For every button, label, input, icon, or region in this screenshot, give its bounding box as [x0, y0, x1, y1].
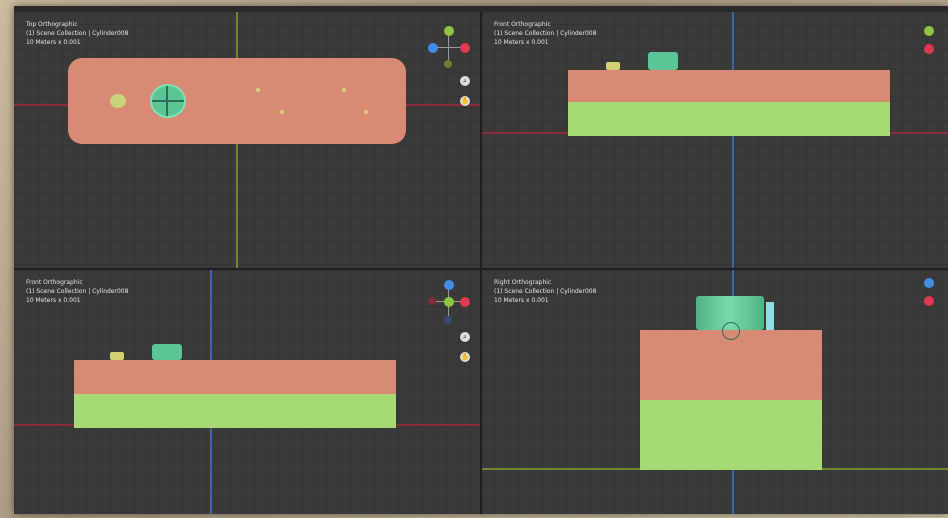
z-axis-icon[interactable]	[444, 280, 454, 290]
small-cylinder-front-view[interactable]	[606, 62, 620, 70]
hand-icon[interactable]: ✋	[460, 352, 470, 362]
x-axis-icon[interactable]	[460, 297, 470, 307]
x-axis-icon[interactable]	[924, 44, 934, 54]
magnifier-icon[interactable]: ⌕	[460, 332, 470, 342]
cursor-crosshair-icon-h	[152, 100, 184, 102]
vertex-dot	[364, 110, 368, 114]
collection-label: (1) Scene Collection | Cylinder008	[26, 30, 129, 37]
small-cylinder-top-view[interactable]	[110, 94, 126, 108]
viewport-bottom-left[interactable]: Front Orthographic (1) Scene Collection …	[14, 270, 480, 514]
viewport-info: Top Orthographic (1) Scene Collection | …	[26, 20, 128, 47]
scale-label: 10 Meters x 0.001	[26, 39, 81, 46]
view-name: Right Orthographic	[494, 279, 552, 286]
collection-label: (1) Scene Collection | Cylinder008	[26, 288, 129, 295]
y-axis-icon[interactable]	[924, 26, 934, 36]
small-cylinder-right-view[interactable]	[766, 302, 774, 330]
blender-quad-view: Top Orthographic (1) Scene Collection | …	[14, 6, 948, 514]
z-axis-icon[interactable]	[428, 43, 438, 53]
vertex-dot	[342, 88, 346, 92]
y-axis-icon[interactable]	[444, 297, 454, 307]
gizmo-axis-line	[448, 34, 449, 62]
neg-x-axis-icon[interactable]	[428, 297, 436, 305]
block-front-view-top[interactable]	[74, 360, 396, 394]
hand-icon[interactable]: ✋	[460, 96, 470, 106]
navigation-gizmo[interactable]	[918, 274, 948, 334]
view-name: Front Orthographic	[494, 21, 551, 28]
neg-z-axis-icon[interactable]	[444, 316, 452, 324]
viewport-divider-vertical[interactable]	[480, 12, 482, 514]
block-front-view-top[interactable]	[568, 70, 890, 102]
viewport-divider-horizontal[interactable]	[14, 268, 948, 270]
magnifier-icon[interactable]: ⌕	[460, 76, 470, 86]
block-front-view-bottom[interactable]	[74, 394, 396, 428]
viewport-info: Front Orthographic (1) Scene Collection …	[26, 278, 128, 305]
block-front-view-bottom[interactable]	[568, 102, 890, 136]
navigation-gizmo[interactable]	[918, 22, 948, 82]
block-right-view-top[interactable]	[640, 330, 822, 400]
block-right-view-bottom[interactable]	[640, 400, 822, 470]
small-cylinder-front-view[interactable]	[110, 352, 124, 360]
scale-label: 10 Meters x 0.001	[494, 297, 549, 304]
cursor-crosshair-icon	[722, 322, 740, 340]
z-axis-icon[interactable]	[924, 278, 934, 288]
x-axis-icon[interactable]	[460, 43, 470, 53]
vertex-dot	[280, 110, 284, 114]
scale-label: 10 Meters x 0.001	[494, 39, 549, 46]
x-axis-icon[interactable]	[924, 296, 934, 306]
viewport-info: Front Orthographic (1) Scene Collection …	[494, 20, 596, 47]
viewport-bottom-right[interactable]: Right Orthographic (1) Scene Collection …	[482, 270, 948, 514]
cylinder-front-view[interactable]	[648, 52, 678, 70]
scale-label: 10 Meters x 0.001	[26, 297, 81, 304]
viewport-top-left[interactable]: Top Orthographic (1) Scene Collection | …	[14, 12, 480, 268]
viewport-top-right[interactable]: Front Orthographic (1) Scene Collection …	[482, 12, 948, 268]
navigation-gizmo[interactable]: ⌕ ✋	[424, 20, 474, 106]
neg-y-axis-icon[interactable]	[444, 60, 452, 68]
vertex-dot	[256, 88, 260, 92]
collection-label: (1) Scene Collection | Cylinder008	[494, 288, 597, 295]
y-axis-icon[interactable]	[444, 26, 454, 36]
navigation-gizmo[interactable]: ⌕ ✋	[424, 274, 474, 362]
view-name: Top Orthographic	[26, 21, 78, 28]
collection-label: (1) Scene Collection | Cylinder008	[494, 30, 597, 37]
cylinder-front-view[interactable]	[152, 344, 182, 360]
viewport-info: Right Orthographic (1) Scene Collection …	[494, 278, 596, 305]
view-name: Front Orthographic	[26, 279, 83, 286]
z-axis-line	[732, 12, 734, 268]
